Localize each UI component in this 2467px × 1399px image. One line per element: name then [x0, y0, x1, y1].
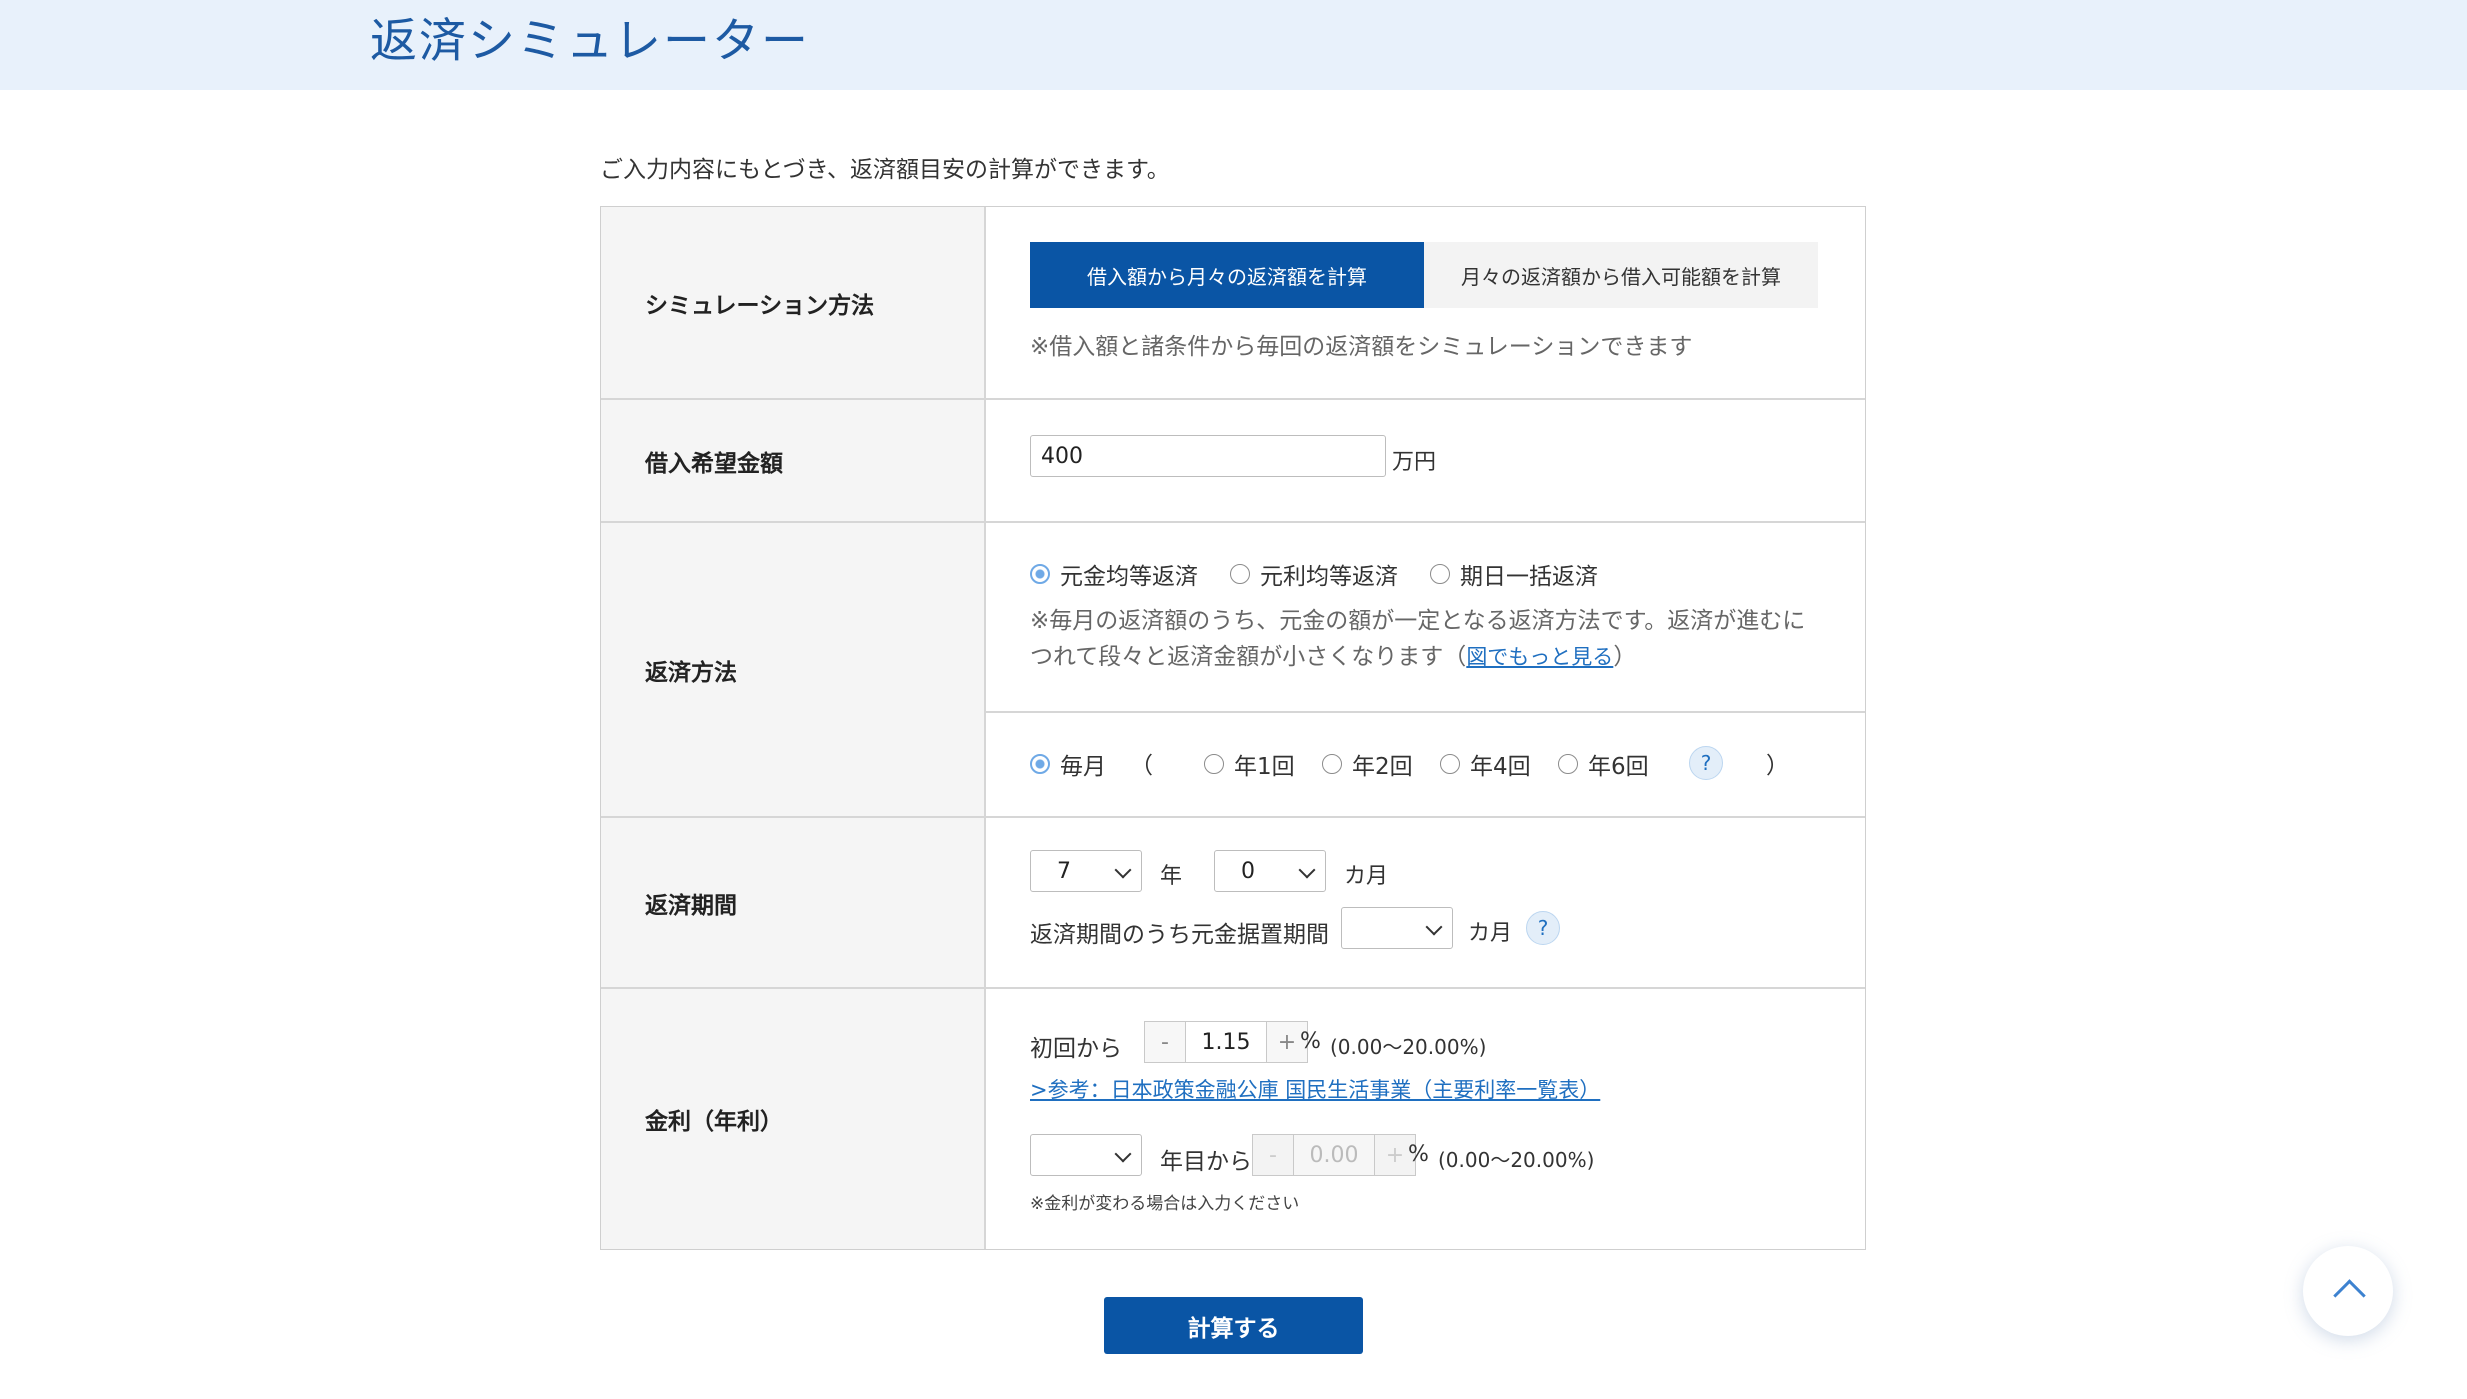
help-icon[interactable]: ? [1689, 746, 1723, 780]
radio-principal-equal[interactable]: 元金均等返済 [1030, 557, 1198, 591]
page-title: 返済シミュレーター [370, 14, 811, 69]
paren-open: （ [1130, 753, 1153, 779]
label-simulation-method: シミュレーション方法 [601, 207, 986, 398]
first-rate-label: 初回から [1030, 1036, 1122, 1062]
label-repayment-period: 返済期間 [601, 818, 986, 987]
radio-circle-checked [1030, 754, 1050, 774]
simulation-form: シミュレーション方法 借入額から月々の返済額を計算 月々の返済額から借入可能額を… [600, 206, 1866, 1250]
repayment-method-section: 元金均等返済 元利均等返済 期日一括返済 ※毎月の返済額のうち、元金の額が一定と… [986, 523, 1865, 713]
percent-sign: % [1408, 1142, 1429, 1167]
second-rate-stepper[interactable]: - 0.00 + [1252, 1134, 1416, 1176]
grace-period-label: 返済期間のうち元金据置期間 [1030, 922, 1329, 948]
grace-period-select[interactable] [1341, 907, 1453, 949]
intro-text: ご入力内容にもとづき、返済額目安の計算ができます。 [600, 157, 1170, 183]
rate-change-note: ※金利が変わる場合は入力ください [1030, 1194, 1300, 1214]
radio-circle-checked [1030, 564, 1050, 584]
radio-yearly-1[interactable]: 年1回 [1204, 747, 1295, 781]
row-repayment-period: 返済期間 7 年 0 カ月 返済期間のうち元金据置期間 カ月 ? [601, 816, 1865, 987]
chevron-down-icon [1114, 1145, 1132, 1163]
row-loan-amount: 借入希望金額 万円 [601, 398, 1865, 521]
radio-circle [1230, 564, 1250, 584]
row-simulation-method: シミュレーション方法 借入額から月々の返済額を計算 月々の返済額から借入可能額を… [601, 207, 1865, 398]
chevron-down-icon [1425, 918, 1443, 936]
months-select[interactable]: 0 [1214, 850, 1326, 892]
loan-amount-input[interactable] [1030, 435, 1386, 477]
row-interest: 金利（年利） 初回から - 1.15 + % (0.00〜20.00%) >参考… [601, 987, 1865, 1249]
label-interest: 金利（年利） [601, 989, 986, 1249]
first-rate-stepper[interactable]: - 1.15 + [1144, 1021, 1308, 1063]
radio-circle [1430, 564, 1450, 584]
frequency-section: 毎月 （ 年1回 年2回 年4回 年6回 ? ） [986, 713, 1865, 816]
radio-annuity[interactable]: 元利均等返済 [1230, 557, 1398, 591]
percent-sign: % [1300, 1029, 1321, 1054]
loan-amount-unit: 万円 [1392, 450, 1437, 475]
reference-rate-link[interactable]: >参考：日本政策金融公庫 国民生活事業（主要利率一覧表） [1030, 1074, 1600, 1104]
chevron-up-icon [2333, 1279, 2366, 1312]
help-icon[interactable]: ? [1526, 911, 1560, 945]
radio-bullet[interactable]: 期日一括返済 [1430, 557, 1598, 591]
chevron-down-icon [1298, 861, 1316, 879]
radio-circle [1204, 754, 1224, 774]
scroll-to-top-button[interactable] [2303, 1246, 2393, 1336]
radio-monthly[interactable]: 毎月 [1030, 747, 1106, 781]
grace-period-unit: カ月 [1468, 921, 1513, 946]
radio-circle [1322, 754, 1342, 774]
radio-yearly-2[interactable]: 年2回 [1322, 747, 1413, 781]
year-from-label: 年目から [1160, 1149, 1252, 1175]
label-loan-amount: 借入希望金額 [601, 400, 986, 521]
page-header: 返済シミュレーター [0, 0, 2467, 90]
second-rate-input[interactable]: 0.00 [1294, 1135, 1374, 1175]
simulation-method-note: ※借入額と諸条件から毎回の返済額をシミュレーションできます [1030, 334, 1693, 360]
radio-yearly-6[interactable]: 年6回 [1558, 747, 1649, 781]
radio-circle [1558, 754, 1578, 774]
label-repayment-method: 返済方法 [601, 523, 986, 816]
radio-yearly-4[interactable]: 年4回 [1440, 747, 1531, 781]
row-repayment-method: 返済方法 元金均等返済 元利均等返済 期日一括返済 ※毎月の返済額のうち、元金の… [601, 521, 1865, 816]
chevron-down-icon [1114, 861, 1132, 879]
years-select[interactable]: 7 [1030, 850, 1142, 892]
diagram-link[interactable]: 図でもっと見る [1466, 645, 1613, 669]
tab-calc-borrowable[interactable]: 月々の返済額から借入可能額を計算 [1424, 242, 1818, 308]
radio-circle [1440, 754, 1460, 774]
years-unit: 年 [1160, 864, 1183, 889]
rate-decrement-button[interactable]: - [1145, 1022, 1186, 1062]
paren-close: ） [1766, 753, 1789, 779]
tab-calc-repayment[interactable]: 借入額から月々の返済額を計算 [1030, 242, 1424, 308]
rate-decrement-button[interactable]: - [1253, 1135, 1294, 1175]
repayment-method-note: ※毎月の返済額のうち、元金の額が一定となる返済方法です。返済が進むに つれて段々… [1030, 608, 1806, 670]
rate-range: (0.00〜20.00%) [1438, 1148, 1595, 1172]
rate-range: (0.00〜20.00%) [1330, 1035, 1487, 1059]
first-rate-input[interactable]: 1.15 [1186, 1022, 1266, 1062]
months-unit: カ月 [1344, 864, 1389, 889]
rate-change-year-select[interactable] [1030, 1134, 1142, 1176]
calculate-button[interactable]: 計算する [1104, 1297, 1363, 1354]
